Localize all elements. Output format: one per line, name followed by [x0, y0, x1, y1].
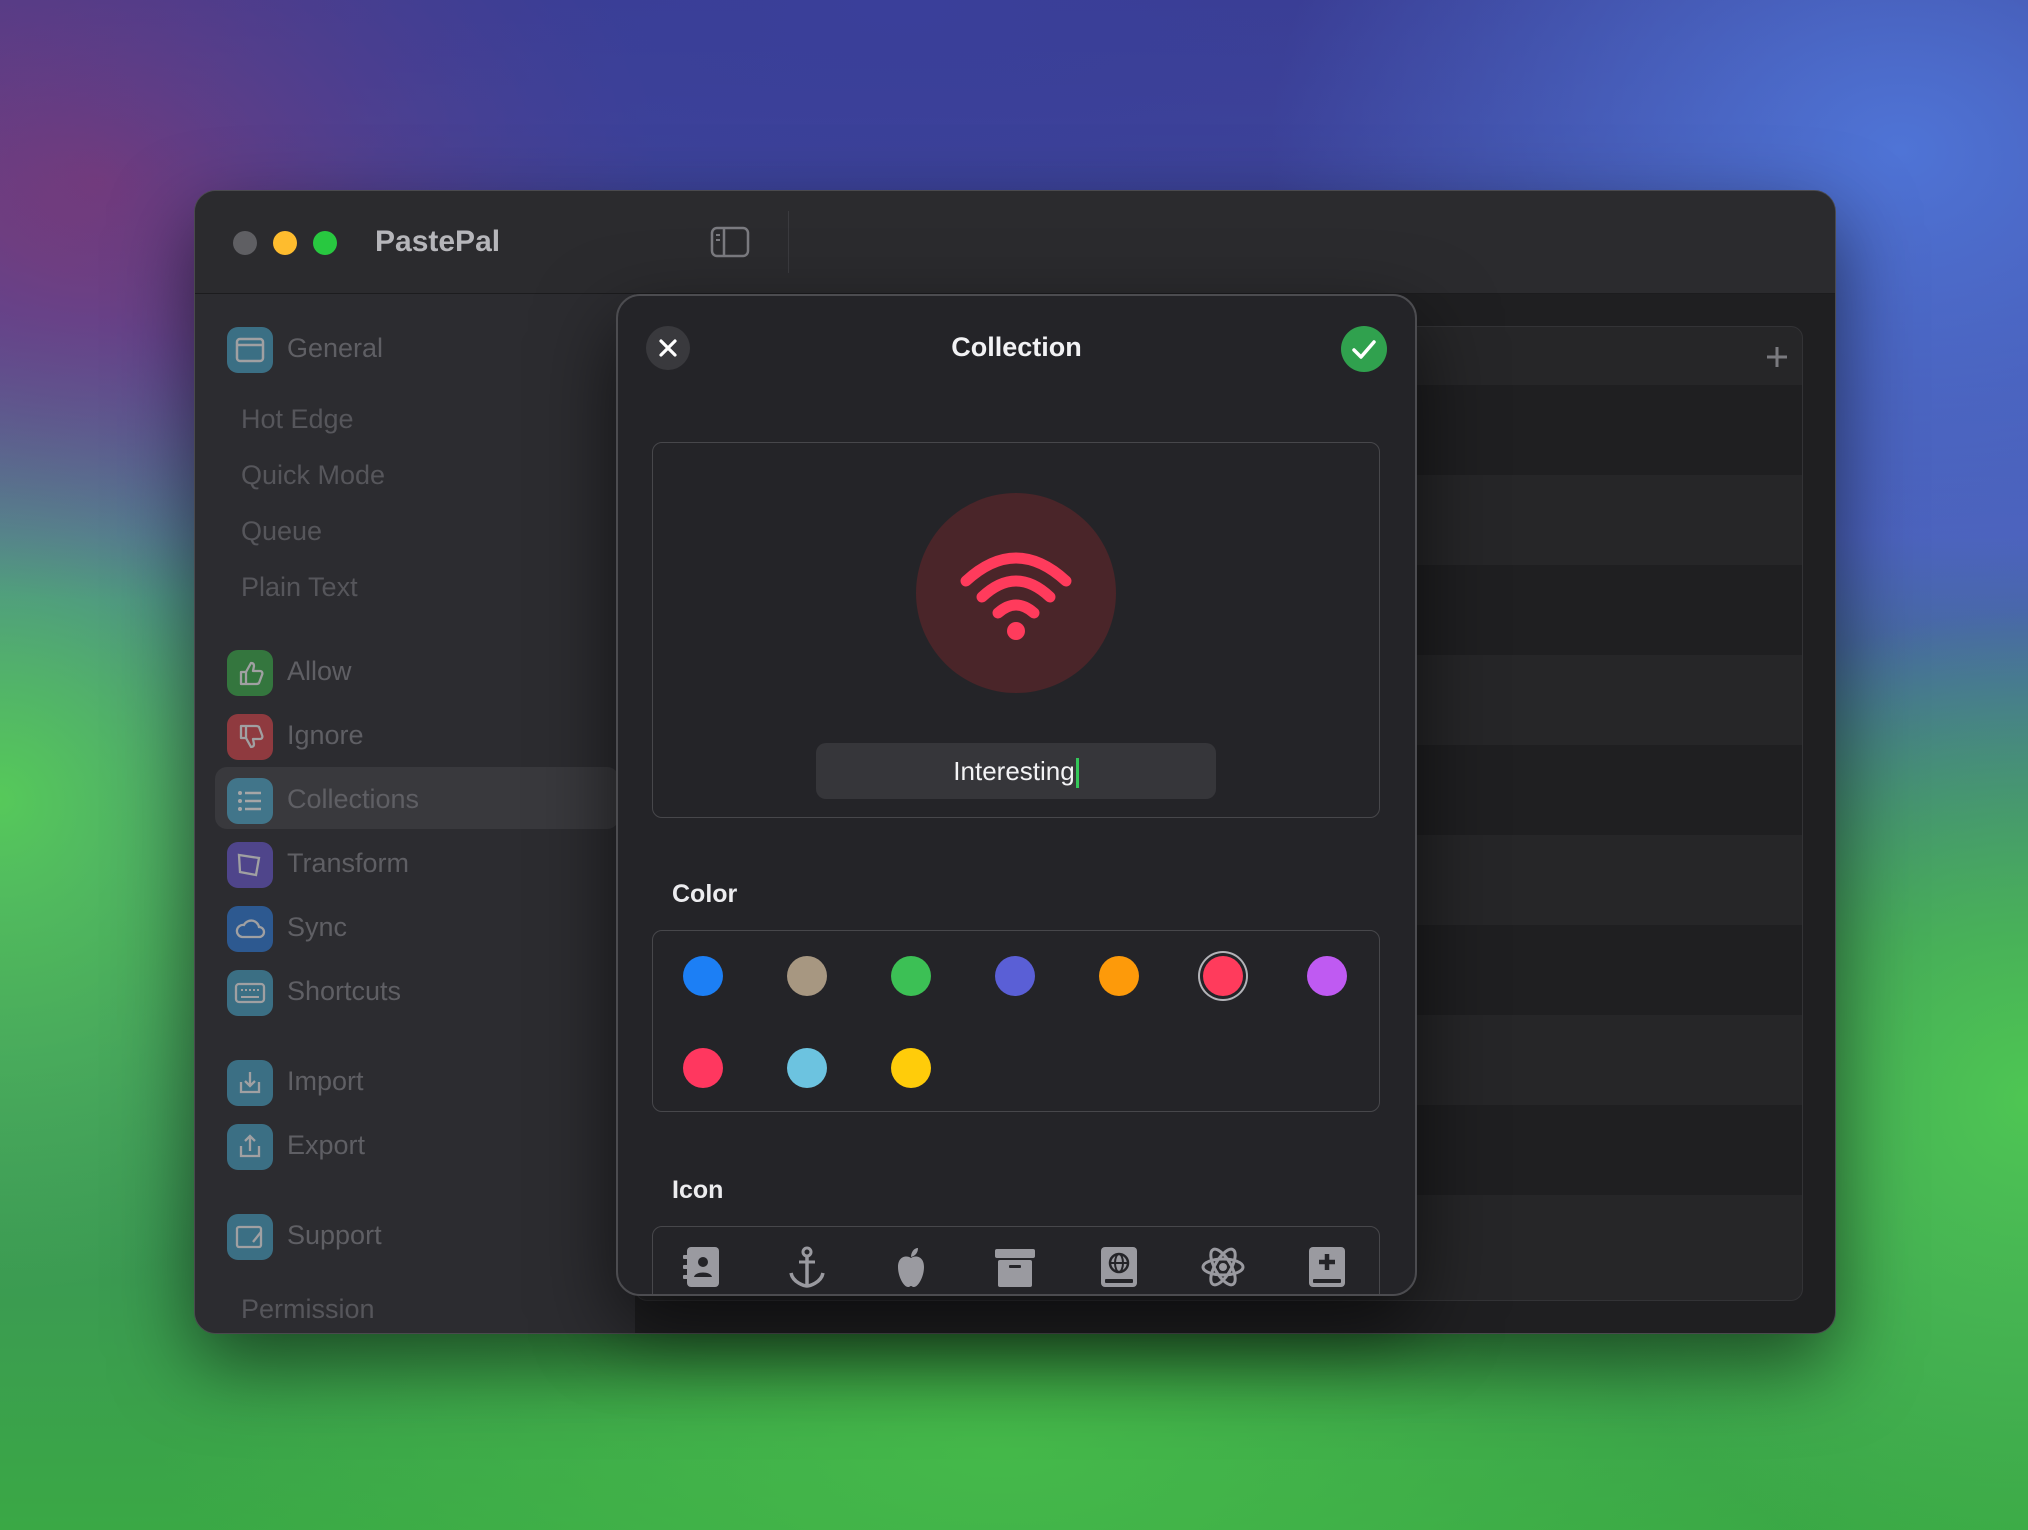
- color-swatch-orange[interactable]: [1099, 956, 1139, 996]
- globe-book-icon[interactable]: [1095, 1243, 1143, 1291]
- keyboard-icon: [227, 970, 273, 1016]
- sidebar-item-collections[interactable]: Collections: [215, 767, 619, 829]
- sidebar-item-sync[interactable]: Sync: [215, 895, 619, 957]
- sidebar-item-export[interactable]: Export: [215, 1113, 619, 1175]
- zoom-window-button[interactable]: [313, 231, 337, 255]
- archive-box-icon[interactable]: [991, 1243, 1039, 1291]
- sidebar-item-label: Ignore: [287, 720, 364, 750]
- color-swatch-indigo[interactable]: [995, 956, 1035, 996]
- color-section-label: Color: [672, 880, 738, 908]
- close-window-button[interactable]: [233, 231, 257, 255]
- sidebar-item-support[interactable]: Support: [215, 1203, 619, 1265]
- color-picker: [652, 930, 1380, 1112]
- add-collection-button[interactable]: [1762, 337, 1792, 382]
- sidebar-item-allow[interactable]: Allow: [215, 639, 619, 701]
- sidebar-item-label: Sync: [287, 912, 348, 942]
- color-swatch-green[interactable]: [891, 956, 931, 996]
- icon-picker: [652, 1226, 1380, 1294]
- sidebar-subitem-queue[interactable]: Queue: [241, 516, 322, 547]
- sidebar-subitem-hot-edge[interactable]: Hot Edge: [241, 404, 354, 435]
- medical-book-icon[interactable]: [1303, 1243, 1351, 1291]
- collection-name-value: Interesting: [953, 756, 1075, 786]
- anchor-icon[interactable]: [783, 1243, 831, 1291]
- thumbs-up-icon: [227, 650, 273, 696]
- text-caret: [1075, 758, 1079, 789]
- app-title: PastePal: [375, 225, 501, 258]
- color-swatch-purple[interactable]: [1307, 956, 1347, 996]
- title-bar: PastePal: [195, 191, 1835, 294]
- collection-preview: Interesting: [652, 442, 1380, 818]
- color-swatch-red-selected[interactable]: [1203, 956, 1243, 996]
- sidebar-item-label: Export: [287, 1130, 366, 1160]
- sidebar-subitem-plain-text[interactable]: Plain Text: [241, 572, 358, 603]
- transform-icon: [227, 842, 273, 888]
- collection-name-input[interactable]: Interesting: [816, 743, 1216, 799]
- color-swatch-blue[interactable]: [683, 956, 723, 996]
- sidebar-item-import[interactable]: Import: [215, 1049, 619, 1111]
- minimize-window-button[interactable]: [273, 231, 297, 255]
- thumbs-down-icon: [227, 714, 273, 760]
- sidebar-item-label: Support: [287, 1220, 382, 1250]
- color-swatch-tan[interactable]: [787, 956, 827, 996]
- color-swatch-yellow[interactable]: [891, 1048, 931, 1088]
- apple-icon[interactable]: [887, 1243, 935, 1291]
- icon-section-label: Icon: [672, 1176, 724, 1204]
- sidebar-item-ignore[interactable]: Ignore: [215, 703, 619, 765]
- contact-book-icon[interactable]: [679, 1243, 727, 1291]
- export-icon: [227, 1124, 273, 1170]
- checkmark-icon: [1352, 340, 1376, 359]
- window-icon: [227, 327, 273, 373]
- sidebar-item-label: Allow: [287, 656, 352, 686]
- color-swatch-pink[interactable]: [683, 1048, 723, 1088]
- sidebar-item-transform[interactable]: Transform: [215, 831, 619, 893]
- confirm-button[interactable]: [1341, 326, 1387, 372]
- atom-icon[interactable]: [1199, 1243, 1247, 1291]
- sidebar-subitem-permission[interactable]: Permission: [241, 1294, 375, 1325]
- preview-icon-badge: [916, 493, 1116, 693]
- support-icon: [227, 1214, 273, 1260]
- toolbar-divider: [788, 211, 789, 273]
- sidebar-item-label: Collections: [287, 784, 420, 814]
- sidebar-item-label: Transform: [287, 848, 410, 878]
- sidebar-subitem-quick-mode[interactable]: Quick Mode: [241, 460, 385, 491]
- wifi-icon: [960, 552, 1072, 640]
- sidebar-item-shortcuts[interactable]: Shortcuts: [215, 959, 619, 1021]
- sidebar: General Hot Edge Quick Mode Queue Plain …: [195, 294, 635, 1333]
- sidebar-item-label: Import: [287, 1066, 364, 1096]
- cloud-icon: [227, 906, 273, 952]
- collection-dialog: Collection Interesting Color Icon: [616, 294, 1417, 1296]
- color-swatch-light-blue[interactable]: [787, 1048, 827, 1088]
- list-icon: [227, 778, 273, 824]
- sidebar-item-label: Shortcuts: [287, 976, 402, 1006]
- dialog-title: Collection: [951, 332, 1082, 362]
- sidebar-toggle-icon[interactable]: [710, 225, 750, 259]
- sidebar-item-general[interactable]: General: [215, 316, 619, 378]
- sidebar-item-label: General: [287, 333, 384, 363]
- import-icon: [227, 1060, 273, 1106]
